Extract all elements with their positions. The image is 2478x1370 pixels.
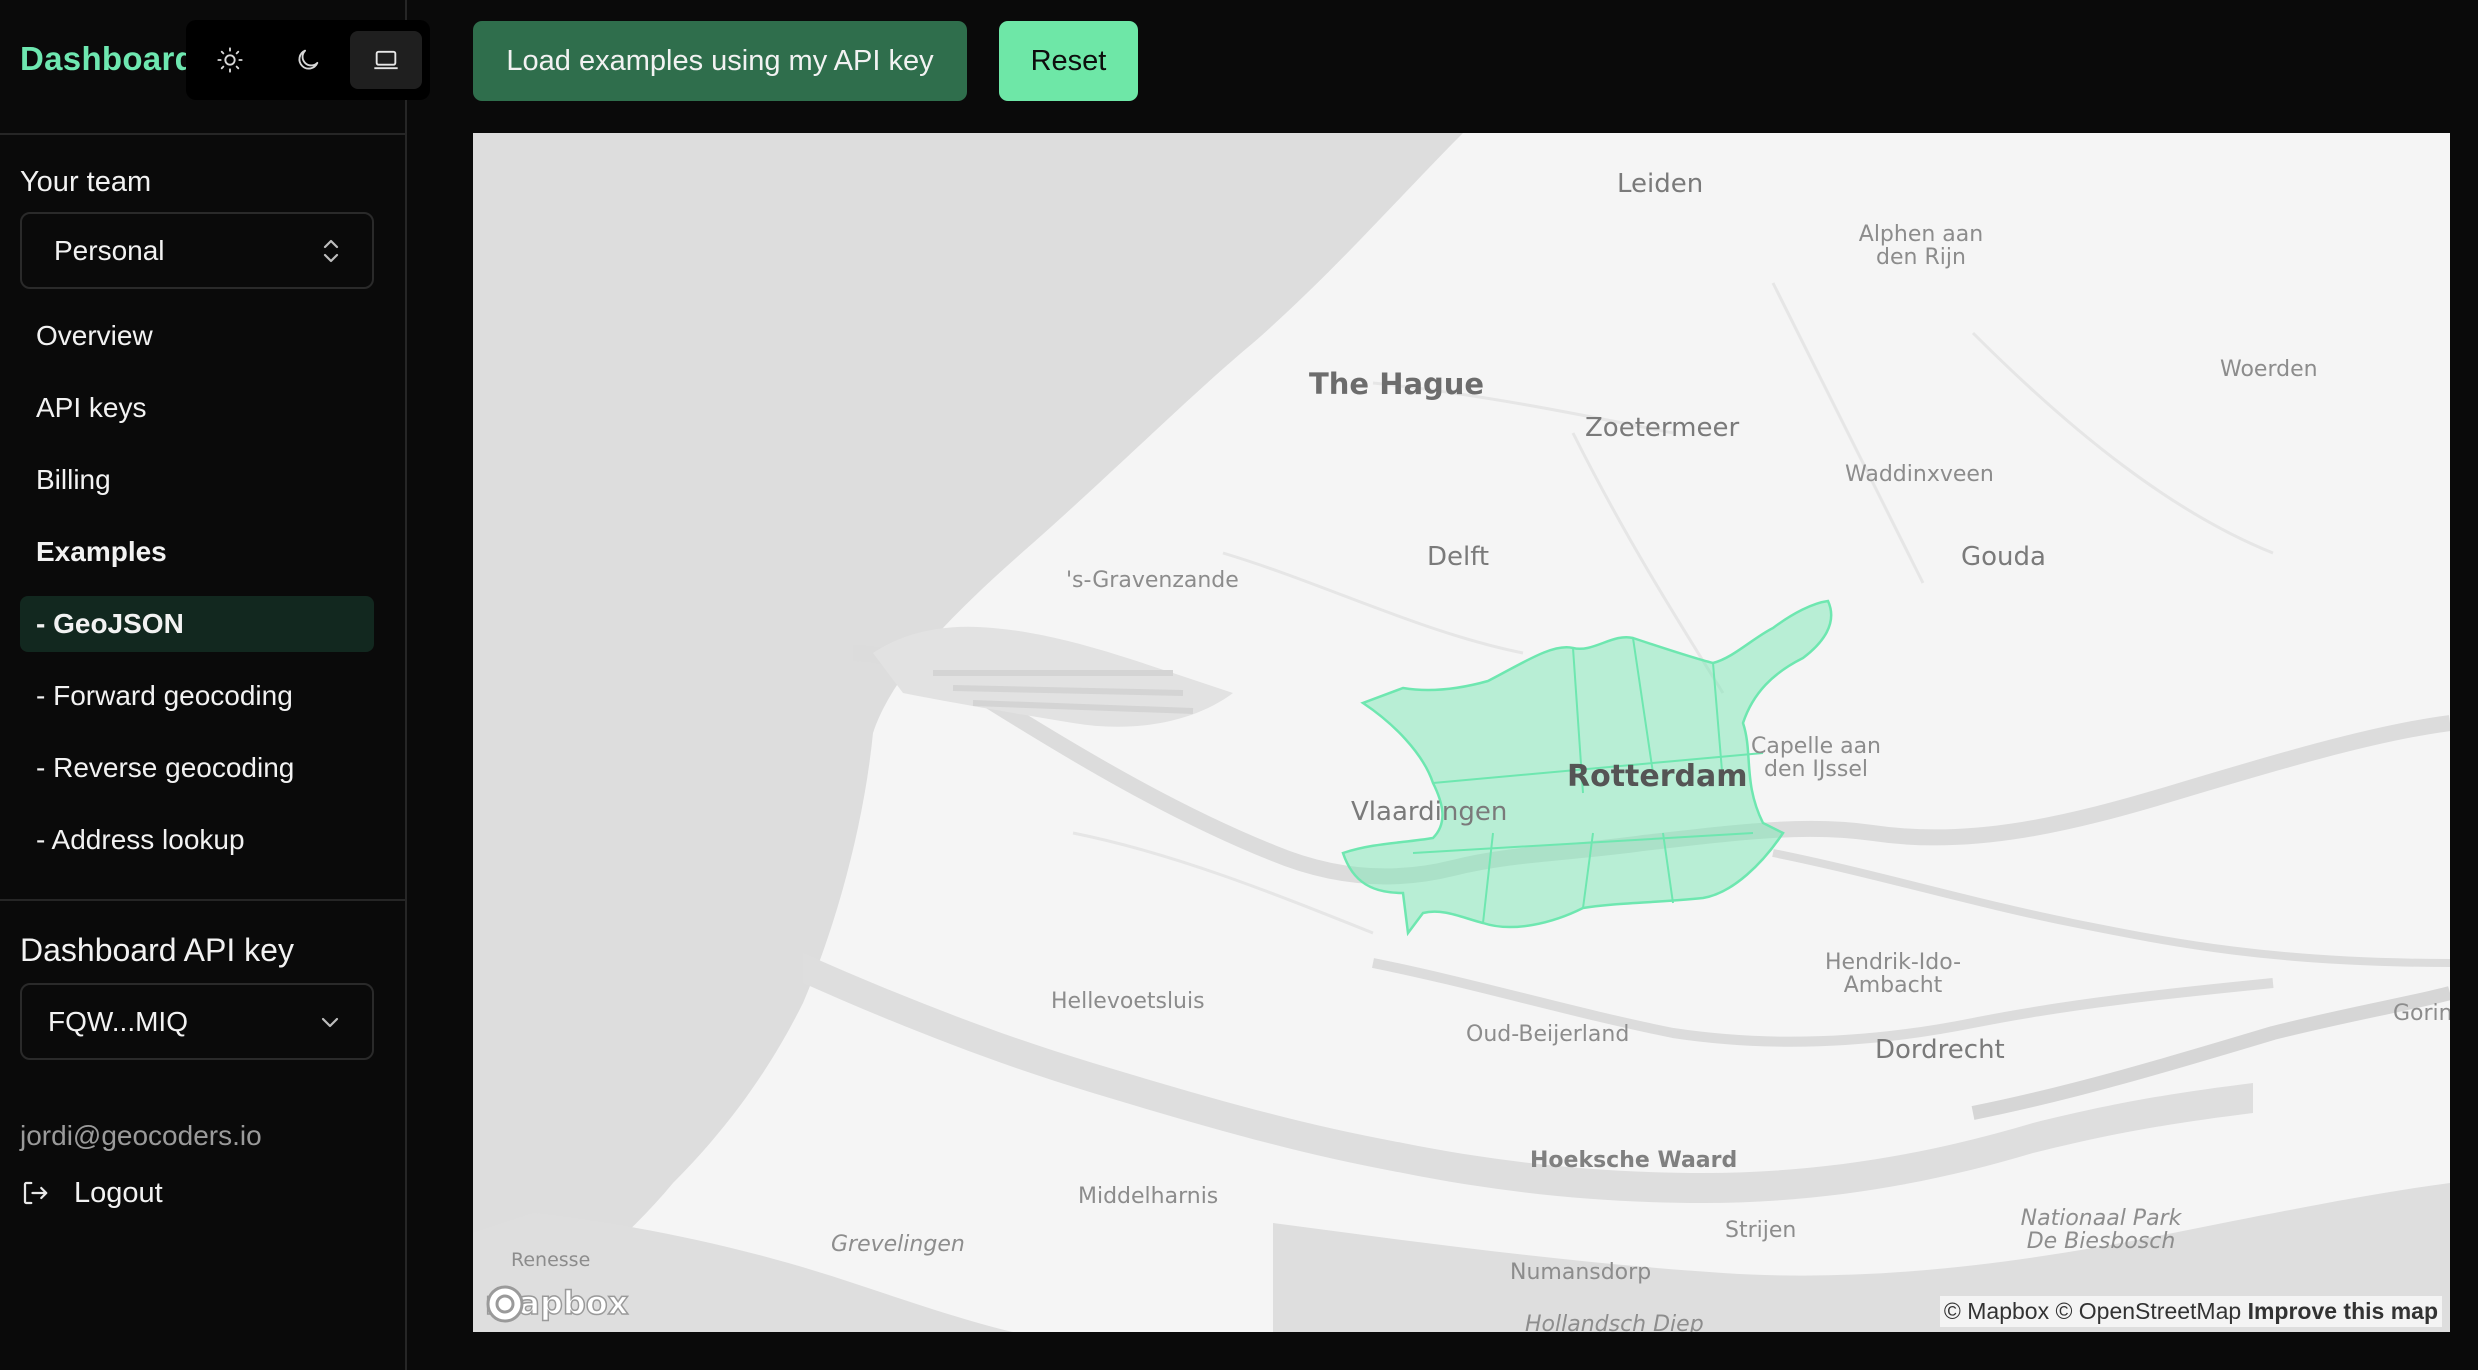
label-the-hague: The Hague — [1309, 367, 1485, 401]
label-vlaardingen: Vlaardingen — [1351, 797, 1508, 827]
sun-icon — [217, 47, 243, 73]
label-dordrecht: Dordrecht — [1875, 1035, 2005, 1065]
label-alphen: Alphen aan den Rijn — [1858, 222, 1984, 271]
improve-map-link[interactable]: Improve this map — [2248, 1298, 2438, 1324]
system-mode-button[interactable] — [350, 31, 422, 89]
attribution-text[interactable]: © Mapbox © OpenStreetMap — [1944, 1298, 2241, 1324]
label-gravenzande: 's-Gravenzande — [1066, 568, 1239, 593]
nav-examples-label: Examples — [36, 536, 167, 567]
label-delft: Delft — [1427, 542, 1490, 572]
nav-billing[interactable]: Billing — [20, 452, 374, 508]
nav-geojson[interactable]: - GeoJSON — [20, 596, 374, 652]
nav-address-lookup-label: - Address lookup — [36, 824, 245, 855]
logout-button[interactable]: Logout — [20, 1170, 163, 1216]
nav-overview-label: Overview — [36, 320, 153, 351]
nav-forward-geocoding-label: - Forward geocoding — [36, 680, 293, 711]
map-canvas[interactable]: Leiden Alphen aan den Rijn Woerden The H… — [473, 133, 2450, 1332]
chevron-down-icon — [321, 1017, 339, 1027]
nav-overview[interactable]: Overview — [20, 308, 374, 364]
load-examples-button[interactable]: Load examples using my API key — [473, 21, 967, 101]
nav-billing-label: Billing — [36, 464, 111, 495]
label-zoetermeer: Zoetermeer — [1585, 413, 1740, 443]
nav-geojson-label: - GeoJSON — [36, 608, 184, 639]
nav-api-keys-label: API keys — [36, 392, 147, 423]
nav-api-keys[interactable]: API keys — [20, 380, 374, 436]
team-select[interactable]: Personal — [20, 212, 374, 289]
label-strijen: Strijen — [1725, 1218, 1797, 1243]
water-haringvliet — [803, 953, 2253, 1203]
team-select-value: Personal — [54, 234, 165, 266]
label-capelle: Capelle aan den IJssel — [1751, 734, 1882, 783]
label-middelharnis: Middelharnis — [1078, 1184, 1219, 1209]
chevron-up-down-icon — [323, 239, 339, 262]
laptop-icon — [374, 50, 398, 70]
mapbox-logo[interactable]: mapbox — [484, 1283, 629, 1323]
reset-button[interactable]: Reset — [999, 21, 1138, 101]
logout-icon — [23, 1181, 48, 1205]
api-key-select[interactable]: FQW...MIQ — [20, 983, 374, 1060]
map-basemap — [473, 133, 2450, 1332]
light-mode-button[interactable] — [194, 31, 266, 89]
moon-icon — [298, 49, 319, 70]
label-gorinchem: Gorinche — [2393, 1001, 2450, 1026]
label-biesbosch: Nationaal Park De Biesbosch — [2020, 1206, 2182, 1255]
nav-forward-geocoding[interactable]: - Forward geocoding — [20, 668, 374, 724]
label-hollandsch-diep: Hollandsch Diep — [1525, 1312, 1704, 1332]
label-gouda: Gouda — [1961, 542, 2046, 572]
river-lek — [1772, 849, 2450, 967]
label-leiden: Leiden — [1617, 169, 1704, 199]
theme-toggle — [186, 20, 430, 100]
label-woerden: Woerden — [2220, 357, 2318, 382]
label-rotterdam: Rotterdam — [1567, 759, 1748, 794]
dark-mode-button[interactable] — [272, 31, 344, 89]
label-oud-beijerland: Oud-Beijerland — [1466, 1022, 1630, 1047]
nav-reverse-geocoding-label: - Reverse geocoding — [36, 752, 295, 783]
nav-examples-heading: Examples — [20, 524, 374, 580]
nav-reverse-geocoding[interactable]: - Reverse geocoding — [20, 740, 374, 796]
map-attribution: © Mapbox © OpenStreetMap Improve this ma… — [1939, 1296, 2442, 1327]
user-email: jordi@geocoders.io — [20, 1120, 262, 1151]
api-key-value: FQW...MIQ — [48, 1005, 188, 1037]
nav-address-lookup[interactable]: - Address lookup — [20, 812, 374, 868]
divider — [0, 133, 407, 135]
label-renesse: Renesse — [511, 1249, 591, 1271]
label-numansdorp: Numansdorp — [1510, 1260, 1652, 1285]
team-label: Your team — [20, 166, 152, 198]
logout-label: Logout — [74, 1176, 163, 1209]
label-waddinxveen: Waddinxveen — [1845, 462, 1994, 487]
brand-title[interactable]: Dashboard — [20, 40, 195, 78]
label-grevelingen: Grevelingen — [831, 1232, 965, 1257]
label-hoeksche-waard: Hoeksche Waard — [1530, 1148, 1738, 1173]
mapbox-icon — [486, 1285, 524, 1323]
label-hellevoetsluis: Hellevoetsluis — [1051, 989, 1205, 1014]
api-key-label: Dashboard API key — [20, 932, 294, 968]
sidebar: Dashboard Your team Personal Overview AP… — [0, 0, 430, 1370]
divider — [0, 899, 407, 901]
label-hendrik-ido-ambacht: Hendrik-Ido-Ambacht — [1824, 950, 1962, 999]
